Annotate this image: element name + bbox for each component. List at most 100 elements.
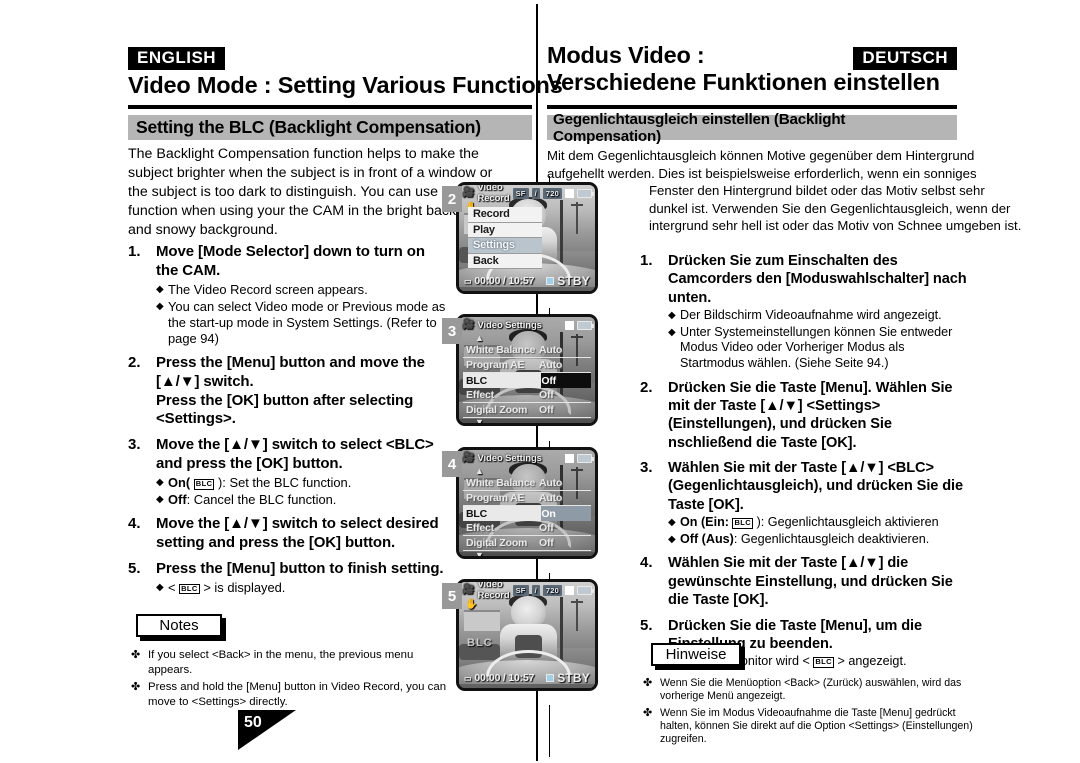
diamond-bullet-icon: ◆ xyxy=(156,477,164,489)
settings-row-value: On xyxy=(541,506,591,521)
osd-timecode: 00:00 / 10:57 xyxy=(474,672,535,684)
osd-top-bar: 🎥 Video Record SF/720 xyxy=(459,182,595,204)
settings-row-label: Digital Zoom xyxy=(466,404,528,416)
note-item: ✤ If you select <Back> in the menu, the p… xyxy=(128,648,458,677)
settings-row-white-balance[interactable]: White Balance Auto xyxy=(463,343,591,358)
settings-row-digital-zoom[interactable]: Digital Zoom Off xyxy=(463,536,591,551)
settings-row-label: BLC xyxy=(463,506,542,521)
bullet-item: ◆ The Video Record screen appears. xyxy=(156,282,448,298)
menu-item-record[interactable]: Record xyxy=(468,207,542,223)
settings-row-effect[interactable]: Effect Off xyxy=(463,521,591,536)
chapter-title-german-line1: Modus Video : xyxy=(547,42,705,68)
settings-row-blc[interactable]: BLC Off xyxy=(463,373,591,388)
menu-item-settings[interactable]: Settings xyxy=(468,238,542,254)
osd-separator-chip: / xyxy=(531,584,540,596)
osd-timecode: 00:00 / 10:57 xyxy=(474,275,535,287)
notes-list-english: ✤ If you select <Back> in the menu, the p… xyxy=(128,648,458,712)
osd-status-text: STBY xyxy=(557,274,590,288)
scroll-up-arrow-icon: ▲ xyxy=(475,466,484,476)
settings-row-program-ae[interactable]: Program AE Auto xyxy=(463,491,591,506)
chapter-title-german-line2: Verschiedene Funktionen einstellen xyxy=(547,69,940,96)
notes-label-english: Notes xyxy=(136,614,222,637)
intro-line-german: intergrund sehr hell ist oder das Motiv … xyxy=(649,218,1022,234)
menu-item-back[interactable]: Back xyxy=(468,253,542,269)
step-heading: Drücken Sie die Taste [Menu]. Wählen Sie… xyxy=(668,379,970,453)
intro-line-german: aufgehellt werden. Dies ist beispielswei… xyxy=(547,165,977,181)
scroll-down-arrow-icon: ▼ xyxy=(475,417,484,426)
settings-row-value: Off xyxy=(541,374,556,387)
diamond-bullet-icon: ◆ xyxy=(156,283,164,295)
settings-row-label: Effect xyxy=(466,522,494,534)
osd-screen-title: Video Record xyxy=(477,182,510,204)
standby-indicator-icon xyxy=(546,674,555,682)
camcorder-screenshot: 5 🎥 Video Record SF/720 ✋ BLC ▭ 00:00 / 10:57 ST… xyxy=(442,579,598,697)
step-heading-line: Drücken Sie die Taste [Menu]. Wählen Sie… xyxy=(668,379,953,451)
step: 2. Press the [Menu] button and move the [… xyxy=(128,354,448,430)
bullet-item: ◆ Off (Aus): Gegenlichtausgleich deaktivi… xyxy=(668,532,970,548)
osd-status-group: SF/720 xyxy=(512,187,594,199)
bullet-text: Off: Cancel the BLC function. xyxy=(168,492,337,508)
step-number: 1. xyxy=(640,252,653,269)
settings-row-blc[interactable]: BLC On xyxy=(463,506,591,521)
lcd-display: 🎥 Video Settings ▲ White Balance Auto Program… xyxy=(456,447,598,559)
step-heading-line: Press the [Menu] button to finish settin… xyxy=(156,559,444,577)
step-heading-line: Move [Mode Selector] down to turn on the… xyxy=(156,243,425,279)
step: 5. Press the [Menu] button to finish sett… xyxy=(128,560,448,596)
bullet-text: You can select Video mode or Previous mo… xyxy=(168,298,446,346)
step-heading: Move the [▲/▼] switch to select <BLC> an… xyxy=(156,436,448,474)
camcorder-icon: 🎥 xyxy=(462,584,475,595)
bullet-text: Der Bildschirm Videoaufnahme wird angeze… xyxy=(680,308,942,323)
diamond-bullet-icon: ◆ xyxy=(156,581,164,593)
step-number: 4. xyxy=(640,554,653,572)
header-rule-english xyxy=(128,105,532,109)
memory-card-icon xyxy=(565,320,574,330)
step-heading: Drücken Sie zum Einschalten des Camcorde… xyxy=(668,252,970,307)
settings-row-label: White Balance xyxy=(466,344,536,356)
bullet-item: ◆ < BLC > is displayed. xyxy=(156,580,448,596)
bullet-item: ◆ Unter Systemeinstellungen können Sie en… xyxy=(668,325,970,372)
notes-label-german: Hinweise xyxy=(651,643,741,666)
step-heading: Press the [Menu] button to finish settin… xyxy=(156,560,448,579)
memory-card-icon xyxy=(565,585,574,595)
note-text: Press and hold the [Menu] button in Vide… xyxy=(148,681,447,708)
step: 2. Drücken Sie die Taste [Menu]. Wählen S… xyxy=(640,379,970,453)
blc-osd-glyph: BLC xyxy=(732,518,754,529)
manual-page: ENGLISH Video Mode : Setting Various Fun… xyxy=(0,0,1080,763)
camcorder-screenshot: 2🎥Video RecordSF/720✋RecordPlaySettingsB… xyxy=(442,182,598,300)
screenshot-connector-tick xyxy=(549,176,550,184)
settings-row-white-balance[interactable]: White Balance Auto xyxy=(463,476,591,491)
menu-item-play[interactable]: Play xyxy=(468,222,542,238)
bullet-text: Off (Aus): Gegenlichtausgleich deaktivie… xyxy=(680,531,930,546)
screenshot-step-label: 4 xyxy=(442,451,462,477)
screenshot-step-label: 5 xyxy=(442,583,462,609)
osd-top-bar: 🎥 Video Record SF/720 xyxy=(459,582,595,601)
scroll-down-arrow-icon: ▼ xyxy=(475,550,484,559)
hand-shake-icon: ✋ xyxy=(465,599,478,610)
steps-list-english: 1. Move [Mode Selector] down to turn on t… xyxy=(128,243,448,603)
note-marker-icon: ✤ xyxy=(131,649,141,661)
step-heading-line: Press the [Menu] button and move the [▲/… xyxy=(156,353,425,390)
lcd-display: 🎥 Video Settings ▲ White Balance Auto Program… xyxy=(456,314,598,426)
settings-row-label: Digital Zoom xyxy=(466,537,528,549)
osd-screen-title: Video Settings xyxy=(477,452,542,464)
battery-icon xyxy=(577,453,594,463)
step-bullets: ◆ Der Bildschirm Videoaufnahme wird angez… xyxy=(668,308,970,371)
tape-icon: ▭ xyxy=(464,276,472,286)
osd-top-bar: 🎥 Video Settings xyxy=(459,317,595,333)
osd-status-group: SF/720 xyxy=(512,584,594,596)
step: 3. Wählen Sie mit der Taste [▲/▼] <BLC> (… xyxy=(640,459,970,547)
bullet-item: ◆ Off: Cancel the BLC function. xyxy=(156,492,448,508)
step-body: Press the [Menu] button and move the [▲/… xyxy=(156,354,448,430)
step-heading-line: Drücken Sie zum Einschalten des Camcorde… xyxy=(668,253,967,306)
step-body: Wählen Sie mit der Taste [▲/▼] <BLC> (Ge… xyxy=(668,459,970,547)
osd-quality-chip: SF xyxy=(512,584,529,596)
step-number: 5. xyxy=(128,559,141,577)
settings-row-digital-zoom[interactable]: Digital Zoom Off xyxy=(463,403,591,418)
settings-row-effect[interactable]: Effect Off xyxy=(463,388,591,403)
step-body: Press the [Menu] button to finish settin… xyxy=(156,560,448,596)
settings-row-value: Auto xyxy=(539,477,563,489)
note-item: ✤ Press and hold the [Menu] button in Vid… xyxy=(128,680,458,709)
standby-indicator-icon xyxy=(546,277,555,285)
osd-bottom-bar: ▭ 00:00 / 10:57 STBY xyxy=(459,670,595,686)
settings-row-program-ae[interactable]: Program AE Auto xyxy=(463,358,591,373)
